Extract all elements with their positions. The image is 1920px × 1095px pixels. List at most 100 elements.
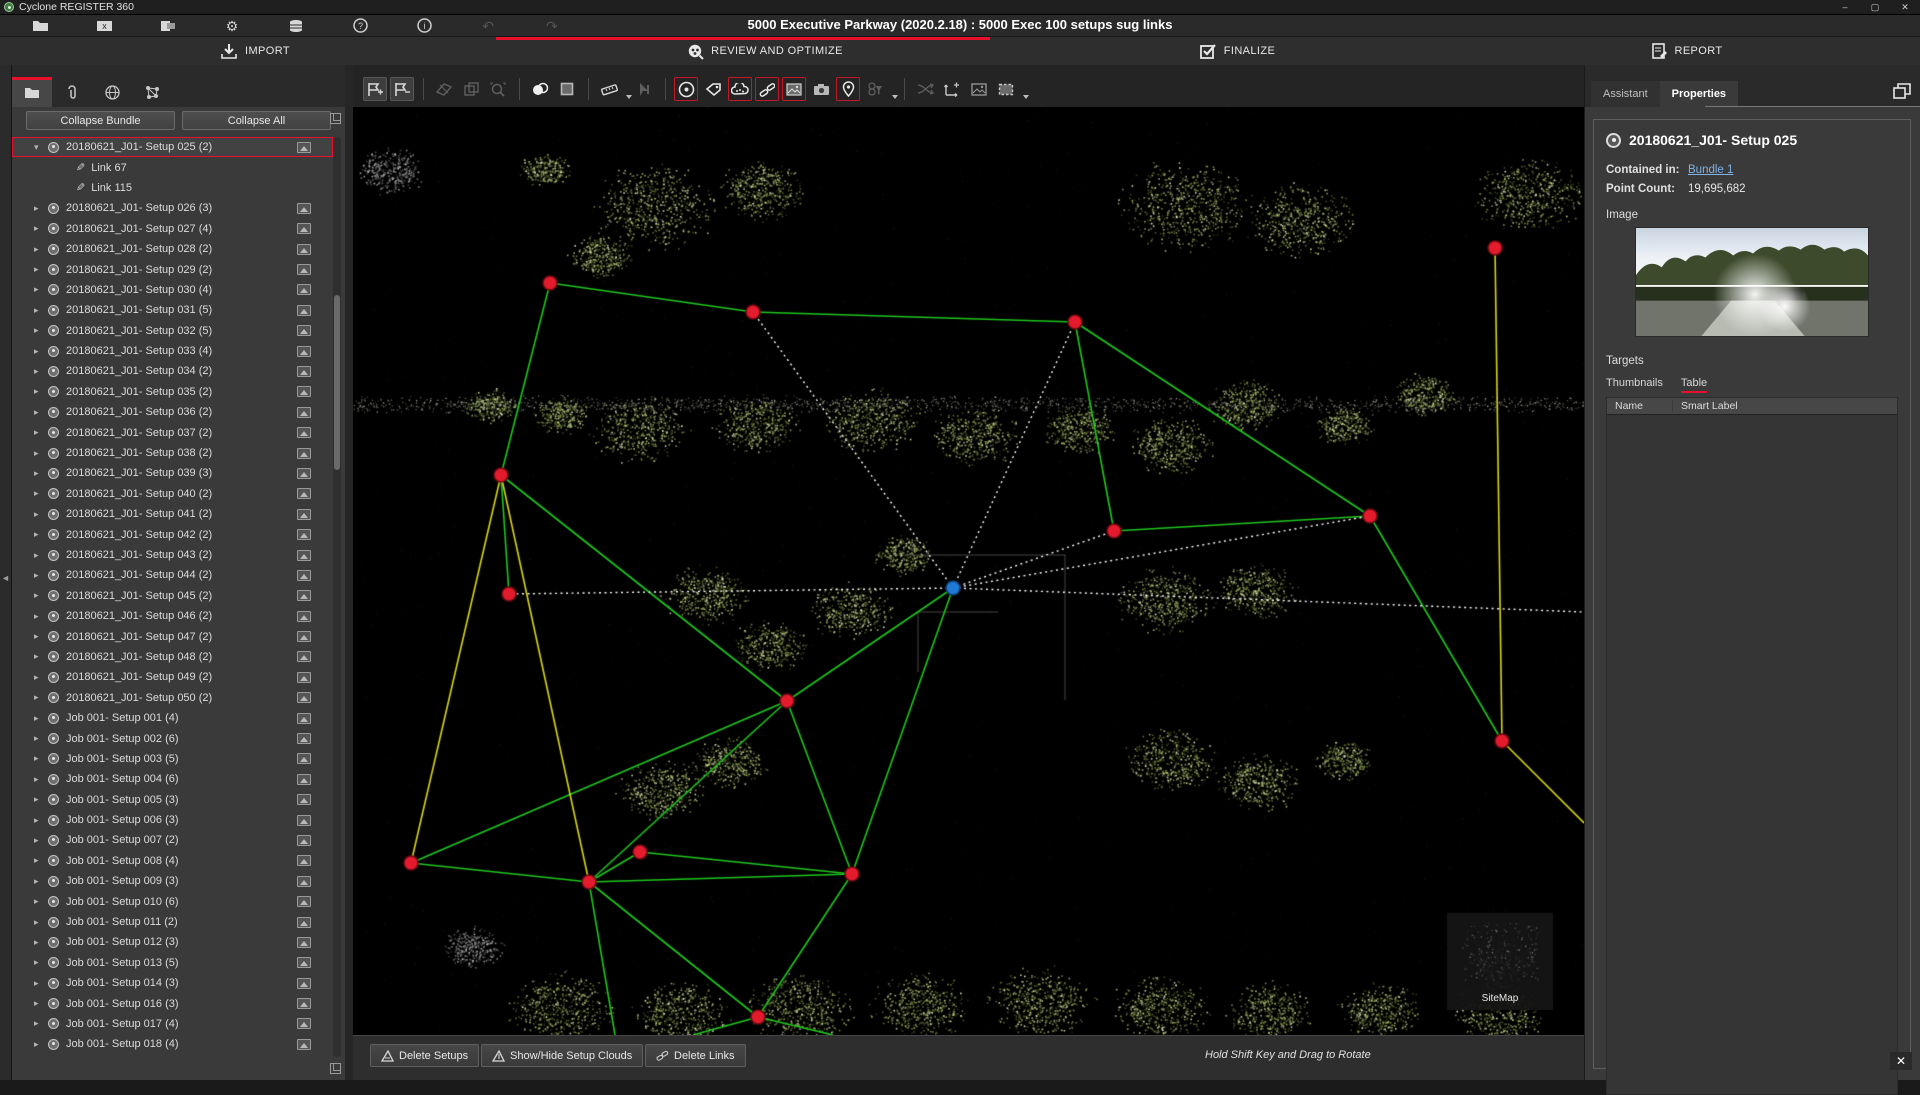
zoom-region-icon[interactable]: [486, 77, 510, 101]
settings-gear-icon[interactable]: ⚙: [220, 17, 244, 35]
expander-icon[interactable]: ▸: [34, 468, 44, 479]
tree-item-setup[interactable]: ▸20180621_J01- Setup 039 (3): [12, 463, 333, 483]
expander-icon[interactable]: ▸: [34, 529, 44, 540]
setup-image-icon[interactable]: [297, 876, 311, 887]
tree-item-setup[interactable]: ▸20180621_J01- Setup 043 (2): [12, 545, 333, 565]
tree-item-setup[interactable]: ▸20180621_J01- Setup 034 (2): [12, 361, 333, 381]
toggle-targets-icon[interactable]: [674, 77, 698, 101]
column-name[interactable]: Name: [1607, 400, 1673, 412]
tree-scrollbar-thumb[interactable]: [334, 295, 340, 470]
expander-icon[interactable]: ▸: [34, 733, 44, 744]
setup-image-icon[interactable]: [297, 244, 311, 255]
tab-import[interactable]: IMPORT: [0, 37, 510, 65]
expander-icon[interactable]: ▸: [34, 998, 44, 1009]
tab-properties[interactable]: Properties: [1660, 81, 1738, 107]
expander-icon[interactable]: ▸: [34, 896, 44, 907]
toggle-geotags-icon[interactable]: [836, 77, 860, 101]
tree-item-setup[interactable]: ▸20180621_J01- Setup 045 (2): [12, 586, 333, 606]
close-button[interactable]: ✕: [1890, 0, 1920, 14]
tree-item-link[interactable]: ✎Link 115: [12, 178, 333, 198]
tree-item-setup[interactable]: ▸20180621_J01- Setup 050 (2): [12, 688, 333, 708]
tree-item-setup[interactable]: ▸Job 001- Setup 011 (2): [12, 912, 333, 932]
expander-icon[interactable]: ▸: [34, 876, 44, 887]
expand-bottom-panel-icon[interactable]: [330, 1063, 341, 1074]
setup-image-icon[interactable]: [297, 713, 311, 724]
filter-dropdown-caret[interactable]: [892, 95, 898, 99]
tree-item-setup[interactable]: ▸Job 001- Setup 005 (3): [12, 790, 333, 810]
tree-item-setup[interactable]: ▸20180621_J01- Setup 048 (2): [12, 647, 333, 667]
duplicate-icon[interactable]: [459, 77, 483, 101]
tab-assistant[interactable]: Assistant: [1591, 81, 1660, 107]
setup-image-icon[interactable]: [297, 346, 311, 357]
expander-icon[interactable]: ▸: [34, 448, 44, 459]
setup-image-icon[interactable]: [297, 325, 311, 336]
tree-item-setup[interactable]: ▸Job 001- Setup 001 (4): [12, 708, 333, 728]
expander-icon[interactable]: ▸: [34, 978, 44, 989]
tree-scrollbar[interactable]: [333, 137, 341, 1057]
tab-thumbnails[interactable]: Thumbnails: [1606, 377, 1663, 393]
setup-image-icon[interactable]: [297, 284, 311, 295]
expander-icon[interactable]: ▸: [34, 223, 44, 234]
tab-review-and-optimize[interactable]: REVIEW AND OPTIMIZE: [510, 37, 1020, 65]
tree-item-setup[interactable]: ▸Job 001- Setup 019 (2): [12, 1055, 333, 1057]
export-image-icon[interactable]: [967, 77, 991, 101]
tree-item-setup[interactable]: ▸20180621_J01- Setup 036 (2): [12, 402, 333, 422]
open-project-icon[interactable]: [28, 17, 52, 35]
setup-image-icon[interactable]: [297, 407, 311, 418]
expander-icon[interactable]: ▸: [34, 957, 44, 968]
tree-item-setup[interactable]: ▸Job 001- Setup 002 (6): [12, 728, 333, 748]
left-collapse-strip[interactable]: ◄: [0, 65, 12, 1080]
setup-image-icon[interactable]: [297, 509, 311, 520]
bundle-remove-icon[interactable]: [390, 77, 414, 101]
setup-image-icon[interactable]: [297, 896, 311, 907]
setup-image-icon[interactable]: [297, 488, 311, 499]
expander-icon[interactable]: ▸: [34, 651, 44, 662]
tree-item-setup[interactable]: ▸20180621_J01- Setup 047 (2): [12, 626, 333, 646]
setup-image-icon[interactable]: [297, 692, 311, 703]
expander-icon[interactable]: ▸: [34, 325, 44, 336]
setup-image-icon[interactable]: [297, 794, 311, 805]
tree-item-setup[interactable]: ▸Job 001- Setup 010 (6): [12, 891, 333, 911]
expander-icon[interactable]: ▸: [34, 774, 44, 785]
tree-item-setup[interactable]: ▸Job 001- Setup 003 (5): [12, 749, 333, 769]
tree-item-setup[interactable]: ▸Job 001- Setup 012 (3): [12, 932, 333, 952]
maximize-button[interactable]: ▢: [1860, 0, 1890, 14]
expander-icon[interactable]: ▸: [34, 570, 44, 581]
expander-icon[interactable]: ▸: [34, 284, 44, 295]
tree-item-setup[interactable]: ▸20180621_J01- Setup 046 (2): [12, 606, 333, 626]
expander-icon[interactable]: ▸: [34, 407, 44, 418]
collapse-all-button[interactable]: Collapse All: [182, 111, 331, 130]
setup-image-icon[interactable]: [297, 366, 311, 377]
tab-bundle-graph[interactable]: [132, 77, 172, 107]
tree-item-setup[interactable]: ▸20180621_J01- Setup 041 (2): [12, 504, 333, 524]
setup-image-icon[interactable]: [297, 448, 311, 459]
pick-info-icon[interactable]: [632, 77, 656, 101]
tree-item-setup[interactable]: ▸Job 001- Setup 018 (4): [12, 1034, 333, 1054]
setup-panorama-thumbnail[interactable]: [1635, 227, 1869, 337]
setup-image-icon[interactable]: [297, 1039, 311, 1050]
filter-icon[interactable]: [863, 77, 887, 101]
expander-icon[interactable]: ▸: [34, 550, 44, 561]
expander-icon[interactable]: ▸: [34, 611, 44, 622]
undo-icon[interactable]: ↶: [476, 17, 500, 35]
setup-image-icon[interactable]: [297, 957, 311, 968]
expander-icon[interactable]: ▸: [34, 753, 44, 764]
expander-icon[interactable]: ▸: [34, 855, 44, 866]
tree-item-setup[interactable]: ▸20180621_J01- Setup 027 (4): [12, 219, 333, 239]
tree-item-setup[interactable]: ▸Job 001- Setup 014 (3): [12, 973, 333, 993]
tree-item-setup[interactable]: ▸20180621_J01- Setup 035 (2): [12, 382, 333, 402]
setup-image-icon[interactable]: [297, 937, 311, 948]
tree-item-setup[interactable]: ▸20180621_J01- Setup 032 (5): [12, 321, 333, 341]
tree-item-setup[interactable]: ▸20180621_J01- Setup 044 (2): [12, 565, 333, 585]
setup-image-icon[interactable]: [297, 998, 311, 1009]
expander-icon[interactable]: ▸: [34, 713, 44, 724]
expander-icon[interactable]: ▾: [34, 142, 44, 153]
import-project-icon[interactable]: [156, 17, 180, 35]
selection-dropdown-caret[interactable]: [1023, 95, 1029, 99]
tree-item-setup[interactable]: ▸20180621_J01- Setup 042 (2): [12, 524, 333, 544]
setup-image-icon[interactable]: [297, 1018, 311, 1029]
tree-item-setup[interactable]: ▸20180621_J01- Setup 033 (4): [12, 341, 333, 361]
expander-icon[interactable]: ▸: [34, 386, 44, 397]
redo-icon[interactable]: ↷: [540, 17, 564, 35]
expander-icon[interactable]: ▸: [34, 672, 44, 683]
